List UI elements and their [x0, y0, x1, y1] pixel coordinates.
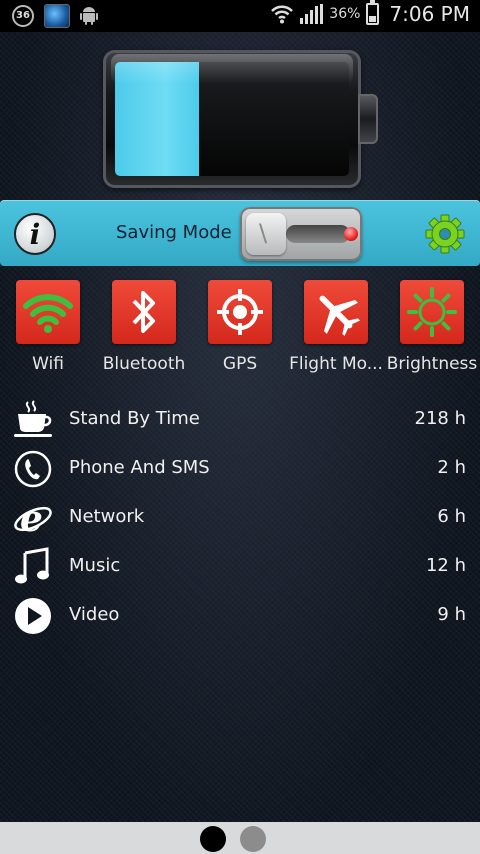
list-item: e Network 6 h — [0, 493, 480, 542]
globe-app-icon — [44, 4, 70, 28]
toggle-knob[interactable] — [246, 213, 286, 255]
status-bar: 36 36% 7:06 PM — [0, 0, 480, 32]
info-button[interactable]: i — [14, 213, 56, 255]
list-item: Music 12 h — [0, 542, 480, 591]
toggle-off-indicator — [344, 227, 358, 241]
usage-label: Network — [69, 506, 145, 527]
page-dot-2[interactable] — [240, 826, 266, 852]
internet-explorer-icon: e — [12, 498, 54, 538]
bluetooth-icon — [132, 291, 155, 333]
battery-icon — [366, 0, 380, 25]
usage-label: Stand By Time — [69, 408, 200, 429]
music-note-icon — [12, 547, 54, 587]
toggle-label: Brightness — [386, 354, 478, 374]
list-item: Stand By Time 218 h — [0, 395, 480, 444]
coffee-cup-icon — [12, 400, 54, 440]
toggle-bluetooth[interactable]: Bluetooth — [96, 280, 192, 380]
battery-percent: 36% — [329, 6, 361, 22]
battery-terminal — [358, 94, 378, 144]
saving-mode-toggle[interactable] — [240, 207, 362, 261]
toggle-gps[interactable]: GPS — [192, 280, 288, 380]
badge-circle-icon: 36 — [12, 5, 34, 27]
usage-value: 6 h — [437, 506, 466, 527]
notification-count: 36 — [16, 10, 30, 21]
android-icon — [80, 7, 98, 25]
list-item: Video 9 h — [0, 591, 480, 640]
wifi-icon — [271, 5, 294, 24]
battery-fill — [115, 62, 200, 176]
sun-icon — [407, 287, 457, 337]
page-dot-1[interactable] — [200, 826, 226, 852]
status-time: 7:06 PM — [389, 2, 470, 26]
quick-toggles: Wifi Bluetooth GPS Flight Mo... Brightne… — [0, 280, 480, 380]
toggle-wifi[interactable]: Wifi — [0, 280, 96, 380]
toggle-brightness[interactable]: Brightness — [384, 280, 480, 380]
airplane-icon — [319, 295, 361, 337]
usage-value: 218 h — [414, 408, 467, 429]
saving-mode-label: Saving Mode — [116, 222, 232, 243]
usage-value: 12 h — [425, 555, 466, 576]
gear-icon[interactable] — [424, 213, 466, 255]
signal-icon — [300, 4, 324, 24]
page-indicator — [0, 822, 480, 854]
usage-value: 9 h — [437, 604, 466, 625]
saving-mode-bar: i Saving Mode — [0, 200, 480, 266]
info-icon: i — [29, 217, 41, 251]
usage-label: Phone And SMS — [69, 457, 210, 478]
list-item: Phone And SMS 2 h — [0, 444, 480, 493]
svg-text:e: e — [20, 498, 43, 538]
gps-target-icon — [217, 289, 263, 335]
status-bar-notifications: 36 — [12, 4, 98, 28]
usage-value: 2 h — [437, 457, 466, 478]
wifi-icon — [23, 294, 73, 333]
play-icon — [12, 596, 54, 636]
toggle-flight-mode[interactable]: Flight Mo... — [288, 280, 384, 380]
status-bar-system: 36% 7:06 PM — [270, 0, 470, 26]
phone-icon — [12, 449, 54, 489]
usage-label: Video — [69, 604, 120, 625]
usage-list: Stand By Time 218 h Phone And SMS 2 h e … — [0, 395, 480, 640]
battery-level-graphic — [103, 50, 378, 188]
usage-label: Music — [69, 555, 121, 576]
